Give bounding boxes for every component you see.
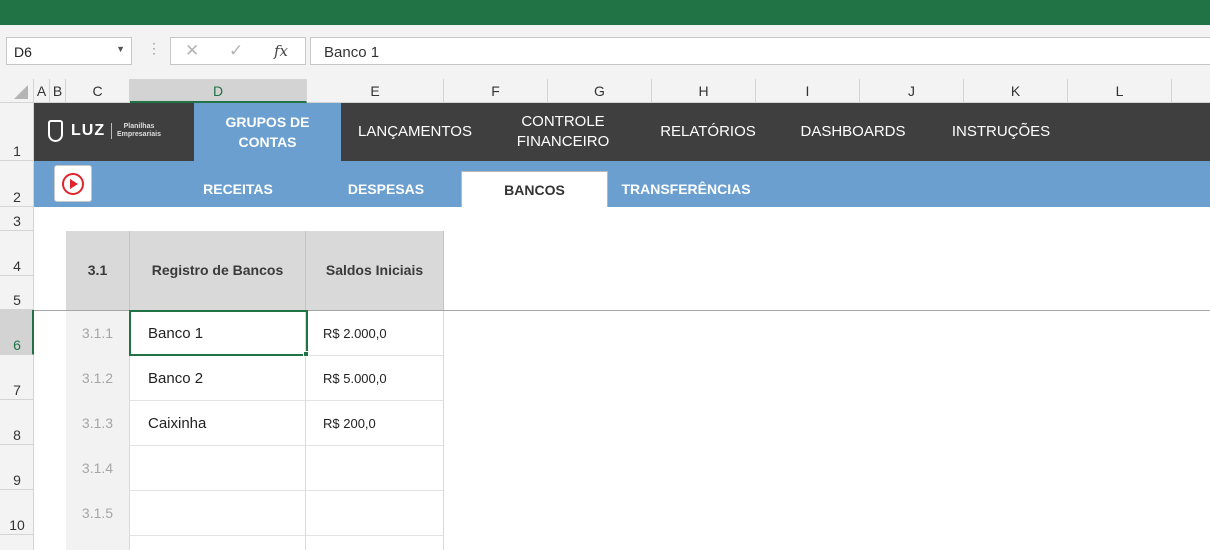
insert-function-icon[interactable]: fx <box>274 42 288 60</box>
row-code: 3.1.4 <box>66 446 130 491</box>
table-row: 3.1.4 <box>66 446 444 491</box>
column-header-d[interactable]: D <box>130 79 307 103</box>
formula-bar: D6 ▼ ⋮ ✕ ✓ fx Banco 1 <box>0 25 1210 79</box>
row-header-6[interactable]: 6 <box>0 310 34 355</box>
header-code: 3.1 <box>66 231 130 310</box>
row-header-7[interactable]: 7 <box>0 355 34 400</box>
play-video-button[interactable] <box>54 165 92 202</box>
column-header-l[interactable]: L <box>1068 79 1172 103</box>
name-box[interactable]: D6 ▼ <box>6 37 132 65</box>
initial-balance-cell[interactable]: R$ 2.000,0 <box>306 311 444 356</box>
title-bar <box>0 0 1210 25</box>
tab-transferencias[interactable]: TRANSFERÊNCIAS <box>612 171 760 207</box>
active-cell-outline <box>129 310 308 356</box>
bank-table-header: 3.1 Registro de Bancos Saldos Iniciais <box>66 231 444 310</box>
row-code <box>66 536 130 550</box>
column-header-a[interactable]: A <box>34 79 50 103</box>
name-box-value: D6 <box>14 44 32 60</box>
row-code: 3.1.2 <box>66 356 130 401</box>
tab-bancos[interactable]: BANCOS <box>461 171 608 207</box>
bank-name-cell[interactable]: Caixinha <box>130 401 306 446</box>
logo-word: LUZ <box>71 122 106 139</box>
row-headers: 1 2 3 4 5 6 7 8 9 10 <box>0 103 34 550</box>
bank-name-cell[interactable] <box>130 536 306 550</box>
chevron-down-icon[interactable]: ▼ <box>116 44 125 54</box>
select-all-corner[interactable] <box>0 79 34 103</box>
column-header-k[interactable]: K <box>964 79 1068 103</box>
logo-divider <box>111 123 112 139</box>
nav-grupos-de-contas[interactable]: GRUPOS DE CONTAS <box>194 103 341 161</box>
row-header-9[interactable]: 9 <box>0 445 34 490</box>
logo-subtitle: Planilhas Empresariais <box>117 123 161 138</box>
column-header-g[interactable]: G <box>548 79 652 103</box>
row-header-10[interactable]: 10 <box>0 490 34 535</box>
nav-instrucoes[interactable]: INSTRUÇÕES <box>927 103 1075 161</box>
row-header-1[interactable]: 1 <box>0 103 34 161</box>
nav-controle-financeiro[interactable]: CONTROLE FINANCEIRO <box>489 103 637 161</box>
header-saldos-iniciais: Saldos Iniciais <box>306 231 444 310</box>
more-icon: ⋮ <box>147 40 161 56</box>
row-header-4[interactable]: 4 <box>0 231 34 276</box>
cancel-icon[interactable]: ✕ <box>185 41 199 61</box>
formula-buttons: ✕ ✓ fx <box>170 37 306 65</box>
tab-receitas[interactable]: RECEITAS <box>164 171 312 207</box>
column-header-b[interactable]: B <box>50 79 66 103</box>
initial-balance-cell[interactable]: R$ 5.000,0 <box>306 356 444 401</box>
formula-input[interactable]: Banco 1 <box>310 37 1210 65</box>
column-header-c[interactable]: C <box>66 79 130 103</box>
row-header-5[interactable]: 5 <box>0 276 34 310</box>
main-nav: LUZ Planilhas Empresariais GRUPOS DE CON… <box>34 103 1210 161</box>
bank-name-cell[interactable] <box>130 446 306 491</box>
initial-balance-cell[interactable]: R$ 200,0 <box>306 401 444 446</box>
row-header-11[interactable] <box>0 535 34 550</box>
row-header-8[interactable]: 8 <box>0 400 34 445</box>
check-icon[interactable]: ✓ <box>229 41 243 61</box>
table-row: 3.1.2 Banco 2 R$ 5.000,0 <box>66 356 444 401</box>
table-row <box>66 536 444 550</box>
bank-name-cell[interactable] <box>130 491 306 536</box>
lightbulb-icon <box>48 120 63 142</box>
nav-lancamentos[interactable]: LANÇAMENTOS <box>341 103 489 161</box>
row-code: 3.1.1 <box>66 311 130 356</box>
column-header-f[interactable]: F <box>444 79 548 103</box>
column-header-j[interactable]: J <box>860 79 964 103</box>
row-header-2[interactable]: 2 <box>0 161 34 207</box>
bank-name-cell[interactable]: Banco 2 <box>130 356 306 401</box>
column-header-e[interactable]: E <box>307 79 444 103</box>
sub-nav: RECEITAS DESPESAS BANCOS TRANSFERÊNCIAS <box>34 161 1210 207</box>
nav-dashboards[interactable]: DASHBOARDS <box>779 103 927 161</box>
table-row: 3.1.5 <box>66 491 444 536</box>
initial-balance-cell[interactable] <box>306 491 444 536</box>
table-row: 3.1.3 Caixinha R$ 200,0 <box>66 401 444 446</box>
nav-relatorios[interactable]: RELATÓRIOS <box>637 103 779 161</box>
row-code: 3.1.5 <box>66 491 130 536</box>
header-registro-de-bancos: Registro de Bancos <box>130 231 306 310</box>
initial-balance-cell[interactable] <box>306 536 444 550</box>
tab-despesas[interactable]: DESPESAS <box>312 171 460 207</box>
row-header-3[interactable]: 3 <box>0 207 34 231</box>
column-headers: A B C D E F G H I J K L <box>0 79 1210 103</box>
column-header-i[interactable]: I <box>756 79 860 103</box>
row-code: 3.1.3 <box>66 401 130 446</box>
initial-balance-cell[interactable] <box>306 446 444 491</box>
fill-handle[interactable] <box>303 351 309 357</box>
column-header-h[interactable]: H <box>652 79 756 103</box>
